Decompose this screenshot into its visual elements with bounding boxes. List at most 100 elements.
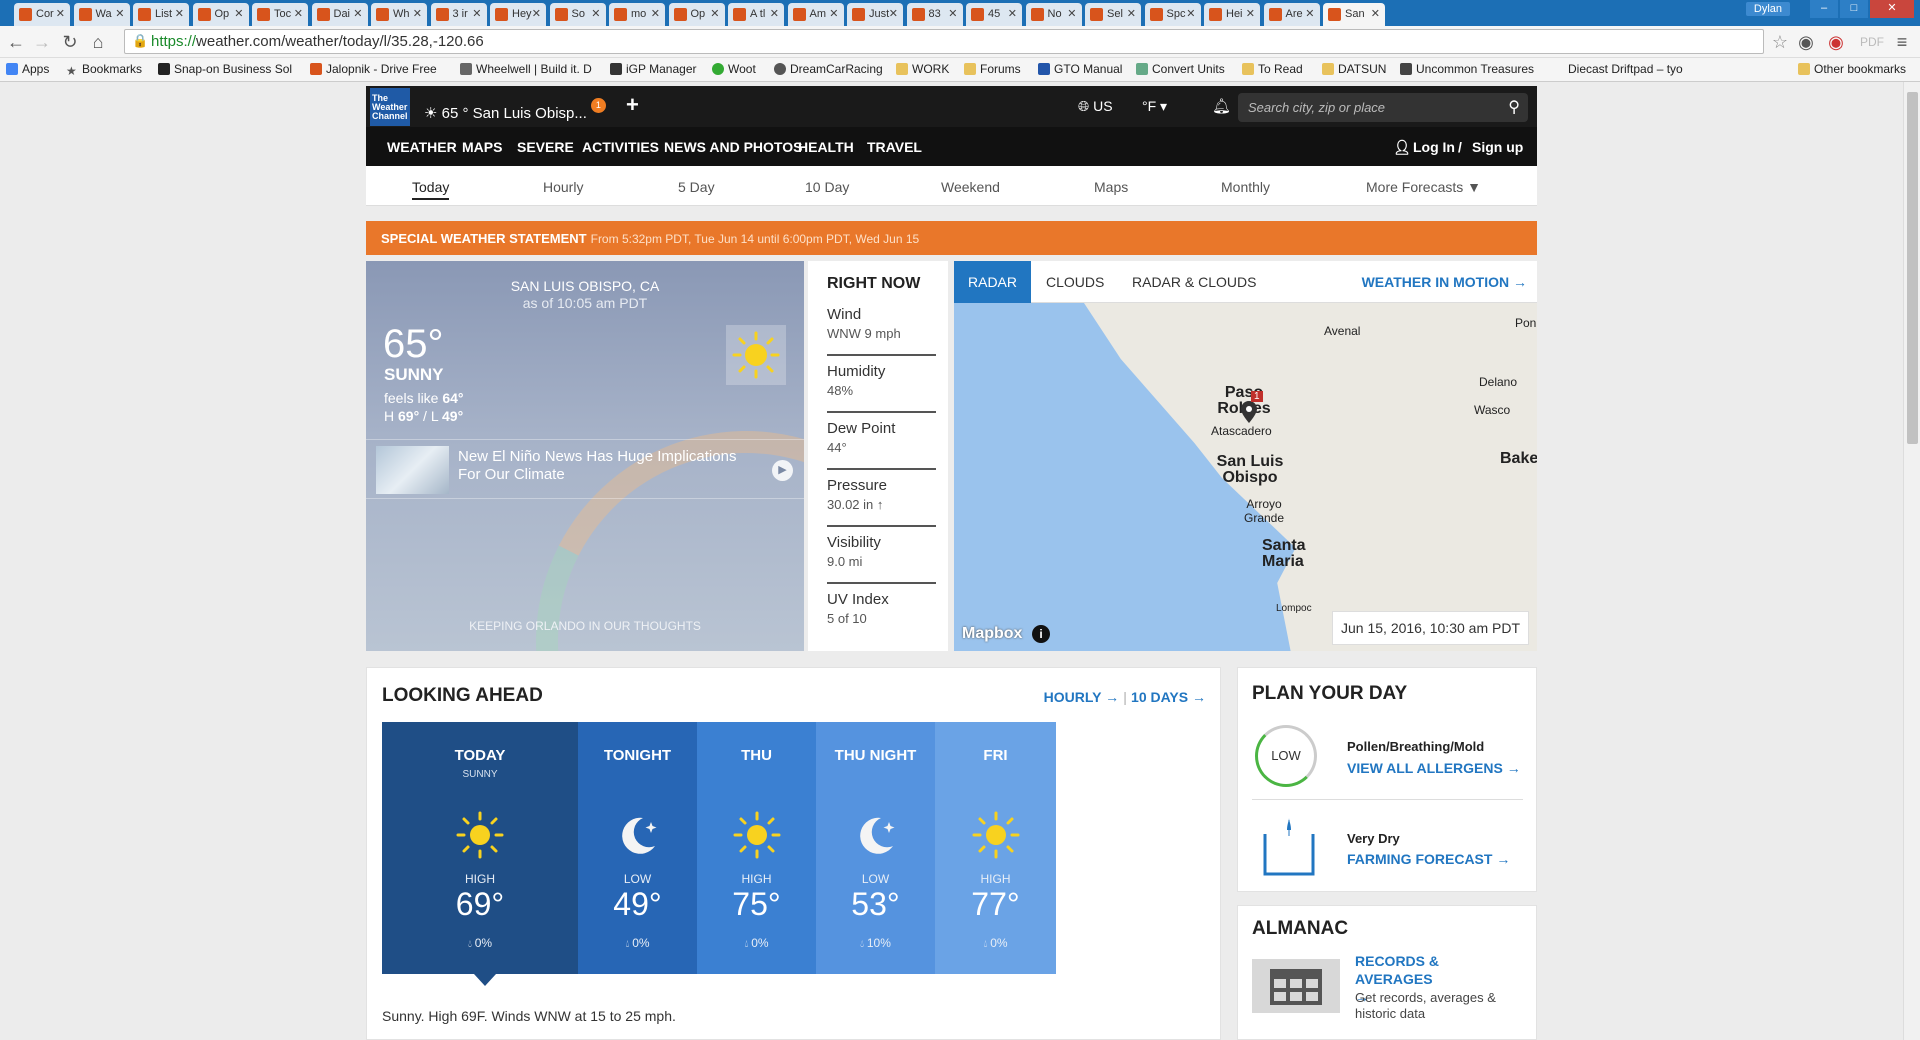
info-icon[interactable]: i (1032, 625, 1050, 643)
tab-close-icon[interactable]: ✕ (353, 7, 362, 20)
menu-icon[interactable]: ≡ (1892, 32, 1912, 53)
bookmark-item[interactable]: Jalopnik - Drive Free (310, 62, 437, 76)
nav-maps[interactable]: MAPS (462, 139, 502, 155)
bookmark-folder[interactable]: DATSUN (1322, 62, 1386, 76)
browser-tab[interactable]: 3 ir ✕ (430, 3, 487, 26)
scrollbar-thumb[interactable] (1907, 92, 1918, 444)
bookmark-item[interactable]: Wheelwell | Build it. D (460, 62, 592, 76)
tab-close-icon[interactable]: ✕ (175, 7, 184, 20)
browser-tab[interactable]: 83 ✕ (906, 3, 963, 26)
tab-close-icon[interactable]: ✕ (948, 7, 957, 20)
bookmark-item[interactable]: Woot (712, 62, 756, 76)
weather-in-motion-link[interactable]: WEATHER IN MOTION → (1362, 274, 1527, 290)
nav-news-photos[interactable]: NEWS AND PHOTOS (664, 139, 802, 155)
bookmark-item[interactable]: Apps (6, 62, 49, 76)
tab-close-icon[interactable]: ✕ (591, 7, 600, 20)
tab-close-icon[interactable]: ✕ (1008, 7, 1017, 20)
browser-tab[interactable]: Am ✕ (787, 3, 844, 26)
close-window-icon[interactable]: ✕ (1870, 0, 1914, 18)
browser-tab[interactable]: Hei ✕ (1204, 3, 1260, 26)
pdf-extension-icon[interactable]: PDF (1860, 35, 1884, 49)
nav-severe[interactable]: SEVERE (517, 139, 574, 155)
tab-clouds[interactable]: CLOUDS (1032, 261, 1118, 303)
nav-travel[interactable]: TRAVEL (867, 139, 922, 155)
news-promo[interactable]: New El Niño News Has Huge Implications F… (366, 439, 804, 499)
location-pin-icon[interactable] (1241, 401, 1257, 423)
maximize-icon[interactable]: □ (1840, 0, 1868, 18)
browser-tab[interactable]: Toc ✕ (252, 3, 308, 26)
tab-close-icon[interactable]: ✕ (115, 7, 124, 20)
tab-close-icon[interactable]: ✕ (294, 7, 303, 20)
bookmark-star-icon[interactable]: ☆ (1770, 32, 1790, 53)
extension-icon[interactable]: ◉ (1796, 32, 1816, 53)
browser-tab[interactable]: So ✕ (549, 3, 606, 26)
browser-tab[interactable]: Wa ✕ (73, 3, 130, 26)
tab-hourly[interactable]: Hourly (543, 179, 583, 195)
bookmark-item[interactable]: GTO Manual (1038, 62, 1122, 76)
tab-close-icon[interactable]: ✕ (1186, 7, 1195, 20)
twc-logo[interactable]: The Weather Channel (370, 88, 410, 126)
browser-tab[interactable]: Spc ✕ (1144, 3, 1201, 26)
tab-close-icon[interactable]: ✕ (889, 7, 898, 20)
tab-close-icon[interactable]: ✕ (651, 7, 660, 20)
browser-tab[interactable]: Are ✕ (1263, 3, 1320, 26)
browser-tab[interactable]: Just ✕ (847, 3, 903, 26)
nav-weather[interactable]: WEATHER (387, 139, 457, 155)
forecast-day[interactable]: TODAY SUNNY HIGH 69° 💧︎ 0% (382, 722, 578, 974)
tab-close-icon[interactable]: ✕ (56, 7, 65, 20)
extension-alert-icon[interactable]: ◉ (1826, 32, 1846, 53)
url-field[interactable]: 🔒 https://weather.com/weather/today/l/35.… (124, 29, 1764, 54)
browser-tab[interactable]: San ✕ (1323, 3, 1385, 26)
units-selector[interactable]: °F ▾ (1142, 98, 1167, 115)
region-selector[interactable]: 🌐︎ US (1078, 98, 1113, 115)
tab-5-day[interactable]: 5 Day (678, 179, 715, 195)
bookmark-folder[interactable]: Forums (964, 62, 1021, 76)
page-scrollbar[interactable] (1903, 82, 1920, 1040)
forecast-day[interactable]: TONIGHT LOW 49° 💧︎ 0% (578, 722, 697, 974)
farming-link[interactable]: FARMING FORECAST → (1347, 851, 1510, 867)
search-icon[interactable]: ⚲ (1508, 97, 1520, 117)
radar-map[interactable]: RADAR CLOUDS RADAR & CLOUDS WEATHER IN M… (954, 261, 1537, 651)
reload-icon[interactable]: ↻ (60, 32, 80, 53)
tab-close-icon[interactable]: ✕ (829, 7, 838, 20)
bookmark-item[interactable]: Diecast Driftpad – tyo (1568, 62, 1683, 76)
browser-tab[interactable]: Wh ✕ (371, 3, 427, 26)
browser-tab[interactable]: Op ✕ (668, 3, 725, 26)
login-link[interactable]: Log In (1413, 139, 1455, 155)
tab-close-icon[interactable]: ✕ (710, 7, 719, 20)
nav-health[interactable]: HEALTH (798, 139, 854, 155)
allergens-link[interactable]: VIEW ALL ALLERGENS → (1347, 760, 1521, 776)
tab-maps[interactable]: Maps (1094, 179, 1128, 195)
weather-alert-banner[interactable]: SPECIAL WEATHER STATEMENT From 5:32pm PDT… (366, 221, 1537, 255)
bell-icon[interactable]: 🔔︎ (1212, 97, 1231, 115)
browser-tab[interactable]: mo ✕ (609, 3, 665, 26)
forward-icon[interactable]: → (32, 32, 52, 53)
forecast-day[interactable]: THU HIGH 75° 💧︎ 0% (697, 722, 816, 974)
bookmark-item[interactable]: DreamCarRacing (774, 62, 883, 76)
bookmark-item[interactable]: Convert Units (1136, 62, 1225, 76)
tab-10-day[interactable]: 10 Day (805, 179, 849, 195)
tab-weekend[interactable]: Weekend (941, 179, 1000, 195)
tab-close-icon[interactable]: ✕ (234, 7, 243, 20)
tab-monthly[interactable]: Monthly (1221, 179, 1270, 195)
browser-tab[interactable]: Dai ✕ (311, 3, 368, 26)
tab-close-icon[interactable]: ✕ (1371, 7, 1380, 20)
browser-tab[interactable]: 45 ✕ (966, 3, 1022, 26)
browser-tab[interactable]: Cor ✕ (14, 3, 70, 26)
browser-tab[interactable]: List ✕ (133, 3, 189, 26)
ten-day-link[interactable]: 10 DAYS → (1131, 689, 1206, 705)
tab-more-forecasts[interactable]: More Forecasts ▼ (1366, 179, 1481, 195)
home-icon[interactable]: ⌂ (88, 32, 108, 53)
minimize-icon[interactable]: – (1810, 0, 1838, 18)
back-icon[interactable]: ← (6, 32, 26, 53)
tab-radar[interactable]: RADAR (954, 261, 1032, 303)
bookmark-folder[interactable]: To Read (1242, 62, 1303, 76)
bookmark-item[interactable]: Uncommon Treasures (1400, 62, 1534, 76)
play-icon[interactable]: ▶ (772, 460, 793, 481)
forecast-day[interactable]: THU NIGHT LOW 53° 💧︎ 10% (816, 722, 935, 974)
signup-link[interactable]: Sign up (1472, 139, 1523, 155)
tab-close-icon[interactable]: ✕ (1067, 7, 1076, 20)
browser-tab[interactable]: Op ✕ (192, 3, 249, 26)
tab-close-icon[interactable]: ✕ (532, 7, 541, 20)
search-input[interactable]: Search city, zip or place ⚲ (1238, 93, 1528, 122)
